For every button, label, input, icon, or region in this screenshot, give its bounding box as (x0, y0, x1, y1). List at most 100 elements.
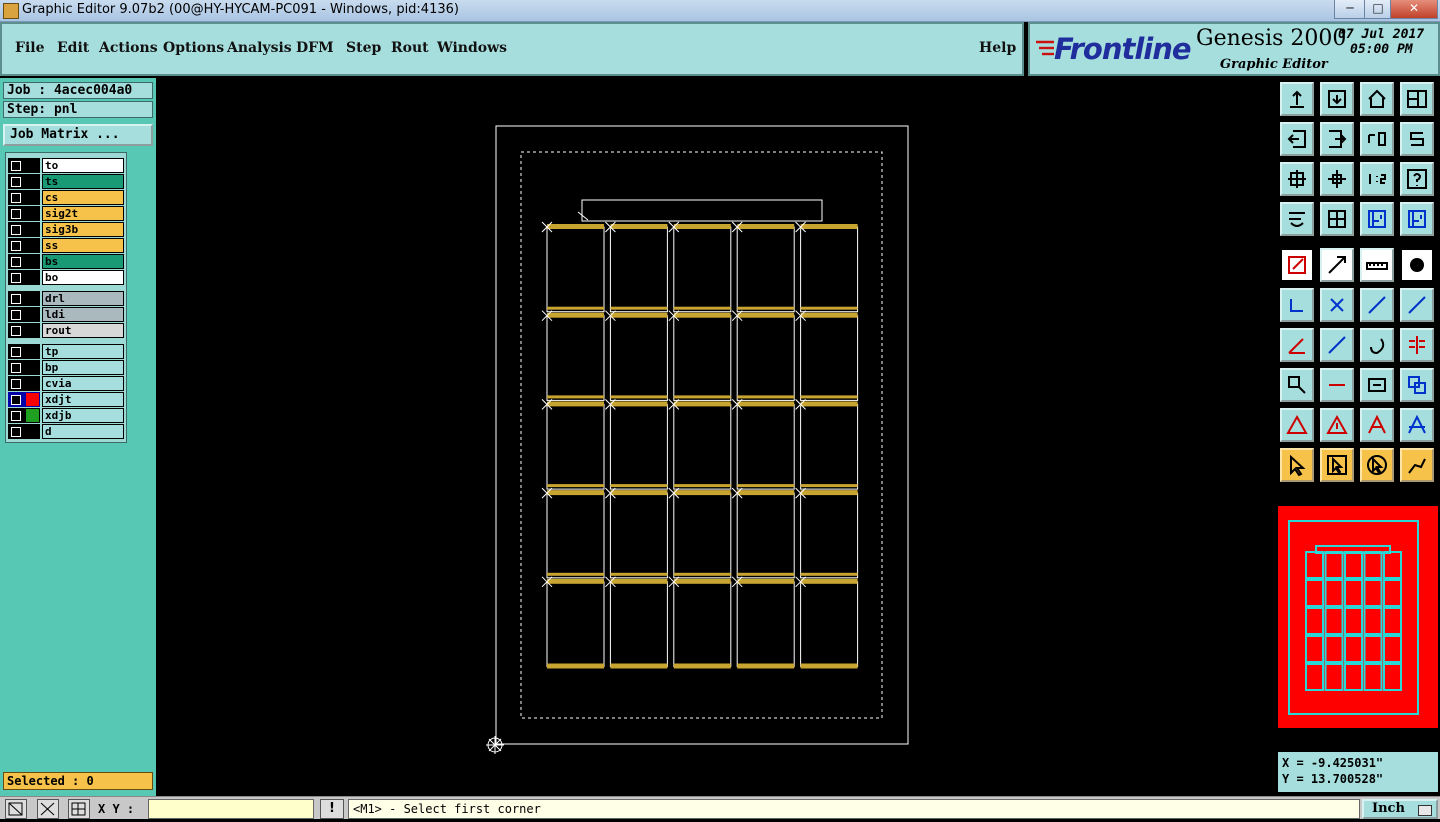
menu-rout[interactable]: Rout (391, 40, 429, 56)
menu-options[interactable]: Options (163, 40, 224, 56)
layer-checkbox[interactable] (11, 427, 21, 437)
layer-name[interactable]: ts (42, 174, 124, 189)
select-icon[interactable] (1280, 448, 1314, 482)
layer-row-ts[interactable]: ts (8, 174, 126, 189)
layer-name[interactable]: bo (42, 270, 124, 285)
layer-row-rout[interactable]: rout (8, 323, 126, 338)
layer-name[interactable]: sig3b (42, 222, 124, 237)
layers-bottom-icon[interactable] (1400, 202, 1434, 236)
maximize-button[interactable]: □ (1364, 0, 1392, 19)
undo-icon[interactable] (1360, 122, 1394, 156)
layer-checkbox[interactable] (11, 326, 21, 336)
line-dot-icon[interactable] (1360, 288, 1394, 322)
layer-checkbox[interactable] (11, 310, 21, 320)
layer-checkbox[interactable] (11, 241, 21, 251)
layer-row-xdjt[interactable]: xdjt (8, 392, 126, 407)
layer-name[interactable]: ss (42, 238, 124, 253)
resize-icon[interactable] (1280, 368, 1314, 402)
arch-down-icon[interactable] (1400, 408, 1434, 442)
layer-name[interactable]: ldi (42, 307, 124, 322)
triangle-up-icon[interactable] (1320, 408, 1354, 442)
layer-name[interactable]: tp (42, 344, 124, 359)
move-icon[interactable] (1320, 368, 1354, 402)
layer-name[interactable]: bp (42, 360, 124, 375)
layer-checkbox[interactable] (11, 273, 21, 283)
snap-icon[interactable] (1280, 202, 1314, 236)
dot-icon[interactable] (1400, 248, 1434, 282)
grid-toggle-icon[interactable] (68, 799, 90, 819)
delete-node-icon[interactable] (1320, 288, 1354, 322)
overview-map[interactable] (1278, 506, 1438, 728)
layer-row-sig2t[interactable]: sig2t (8, 206, 126, 221)
xy-input[interactable] (148, 799, 314, 819)
layer-row-tp[interactable]: tp (8, 344, 126, 359)
zoom-in-icon[interactable] (1320, 82, 1354, 116)
menu-step[interactable]: Step (346, 40, 381, 56)
triangle-icon[interactable] (1280, 408, 1314, 442)
layer-name[interactable]: drl (42, 291, 124, 306)
layer-checkbox[interactable] (11, 395, 21, 405)
pad-icon[interactable] (1280, 248, 1314, 282)
layer-row-bo[interactable]: bo (8, 270, 126, 285)
menu-actions[interactable]: Actions (99, 40, 158, 56)
menu-windows[interactable]: Windows (437, 40, 507, 56)
snap-toggle-icon[interactable] (37, 799, 59, 819)
units-selector[interactable]: Inch (1362, 799, 1438, 819)
layer-checkbox[interactable] (11, 177, 21, 187)
layer-checkbox[interactable] (11, 225, 21, 235)
menu-dfm[interactable]: DFM (296, 40, 334, 56)
alert-button[interactable]: ! (320, 799, 344, 819)
layer-row-cvia[interactable]: cvia (8, 376, 126, 391)
grid-icon[interactable] (1320, 202, 1354, 236)
job-matrix-button[interactable]: Job Matrix ... (3, 124, 153, 146)
layer-checkbox[interactable] (11, 257, 21, 267)
measure-icon[interactable] (1360, 368, 1394, 402)
arc-icon[interactable] (1360, 328, 1394, 362)
layer-row-drl[interactable]: drl (8, 291, 126, 306)
arrow-dot-icon[interactable] (1400, 288, 1434, 322)
angle-icon[interactable] (1280, 328, 1314, 362)
arch-icon[interactable] (1360, 408, 1394, 442)
scale-1-2-icon[interactable] (1360, 162, 1394, 196)
layer-name[interactable]: d (42, 424, 124, 439)
slash-icon[interactable] (1320, 328, 1354, 362)
layer-checkbox[interactable] (11, 347, 21, 357)
layer-name[interactable]: xdjb (42, 408, 124, 423)
layer-name[interactable]: bs (42, 254, 124, 269)
home-icon[interactable] (1360, 82, 1394, 116)
graphic-canvas[interactable] (157, 78, 1275, 795)
layer-row-ldi[interactable]: ldi (8, 307, 126, 322)
zoom-home-icon[interactable] (1280, 82, 1314, 116)
menu-analysis[interactable]: Analysis (227, 40, 292, 56)
layer-name[interactable]: xdjt (42, 392, 124, 407)
layer-row-sig3b[interactable]: sig3b (8, 222, 126, 237)
zoom-fit-icon[interactable] (1320, 162, 1354, 196)
layer-row-xdjb[interactable]: xdjb (8, 408, 126, 423)
zoom-window-icon[interactable] (5, 799, 27, 819)
redraw-icon[interactable] (1400, 122, 1434, 156)
menu-help[interactable]: Help (979, 40, 1016, 56)
select-circle-icon[interactable] (1360, 448, 1394, 482)
layers-top-icon[interactable] (1360, 202, 1394, 236)
layer-name[interactable]: cvia (42, 376, 124, 391)
fit-icon[interactable] (1280, 162, 1314, 196)
menu-file[interactable]: File (15, 40, 44, 56)
line-icon[interactable] (1320, 248, 1354, 282)
connect-icon[interactable] (1280, 288, 1314, 322)
layer-row-to[interactable]: to (8, 158, 126, 173)
window-icon[interactable] (1400, 82, 1434, 116)
layer-name[interactable]: cs (42, 190, 124, 205)
ruler-icon[interactable] (1360, 248, 1394, 282)
layer-row-bs[interactable]: bs (8, 254, 126, 269)
layer-checkbox[interactable] (11, 193, 21, 203)
pan-left-icon[interactable] (1280, 122, 1314, 156)
layer-checkbox[interactable] (11, 294, 21, 304)
help-icon[interactable] (1400, 162, 1434, 196)
group-icon[interactable] (1400, 368, 1434, 402)
layer-row-d[interactable]: d (8, 424, 126, 439)
layer-checkbox[interactable] (11, 209, 21, 219)
layer-row-bp[interactable]: bp (8, 360, 126, 375)
menu-edit[interactable]: Edit (57, 40, 89, 56)
layer-checkbox[interactable] (11, 161, 21, 171)
layer-row-ss[interactable]: ss (8, 238, 126, 253)
